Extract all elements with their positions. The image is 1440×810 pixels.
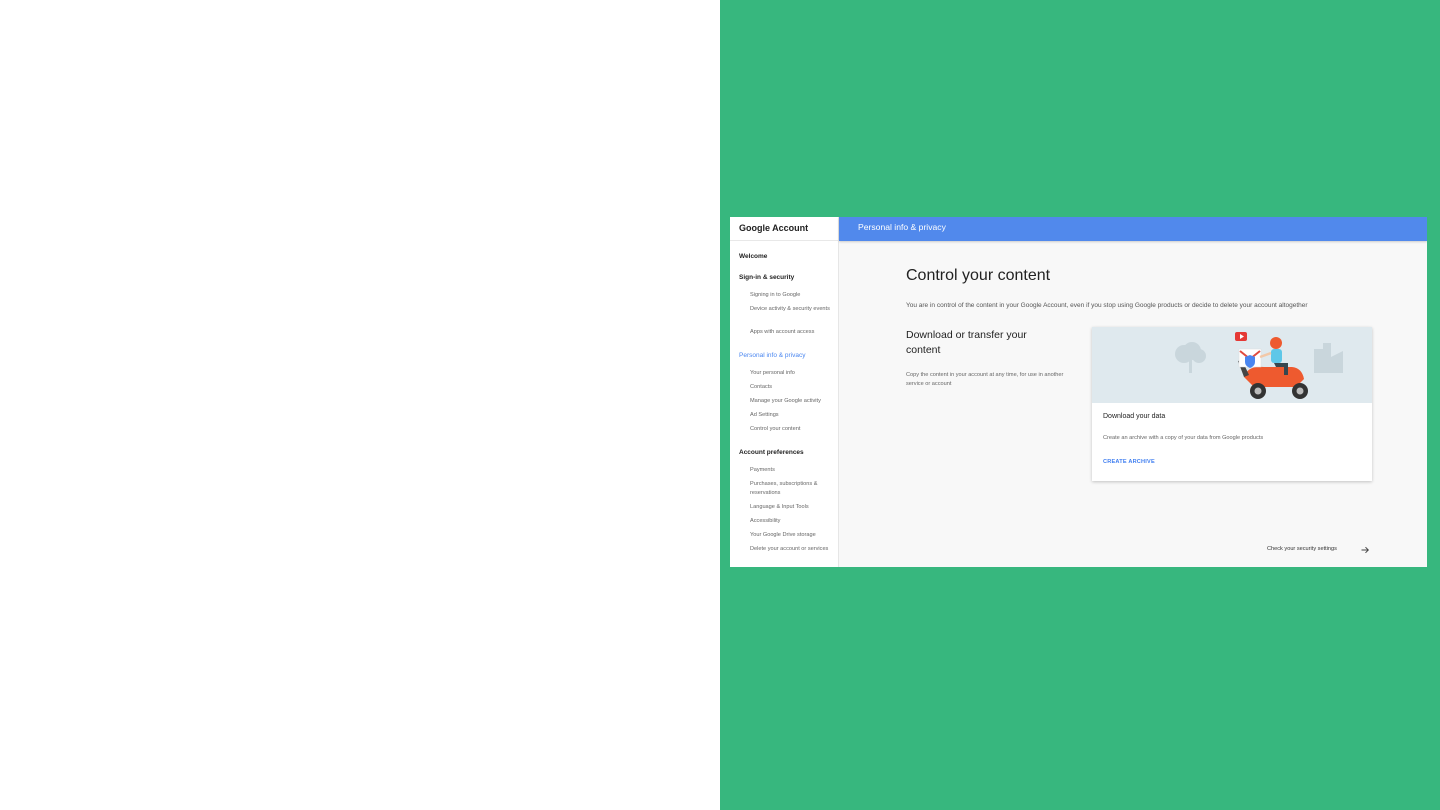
arrow-right-icon[interactable]	[1360, 545, 1370, 555]
sidebar-item-accessibility[interactable]: Accessibility	[750, 517, 836, 526]
top-bar: Personal info & privacy	[839, 217, 1427, 241]
brand-title: Google Account	[730, 217, 838, 241]
sidebar-item-apps-access[interactable]: Apps with account access	[750, 328, 836, 337]
card-title: Download your data	[1103, 413, 1166, 420]
sidebar-item-personal-info[interactable]: Your personal info	[750, 369, 836, 378]
sidebar-section-welcome[interactable]: Welcome	[739, 253, 767, 260]
scooter-illustration-svg	[1175, 332, 1343, 399]
check-security-link[interactable]: Check your security settings	[1267, 546, 1337, 552]
sidebar-item-delete-account[interactable]: Delete your account or services	[750, 545, 836, 554]
sidebar-item-language[interactable]: Language & Input Tools	[750, 503, 836, 512]
sidebar-item-device-activity[interactable]: Device activity & security events	[750, 305, 836, 314]
section-description: Copy the content in your account at any …	[906, 372, 1064, 387]
section-title: Download or transfer your content	[906, 329, 1027, 356]
create-archive-button[interactable]: CREATE ARCHIVE	[1103, 459, 1155, 465]
sidebar-section-sign-in-security[interactable]: Sign-in & security	[739, 274, 794, 281]
sidebar-item-purchases[interactable]: Purchases, subscriptions & reservations	[750, 480, 836, 498]
sidebar-item-payments[interactable]: Payments	[750, 466, 836, 475]
top-bar-title: Personal info & privacy	[858, 222, 946, 232]
sidebar-item-drive-storage[interactable]: Your Google Drive storage	[750, 531, 836, 540]
sidebar-item-google-activity[interactable]: Manage your Google activity	[750, 397, 836, 406]
sidebar: Google Account Welcome Sign-in & securit…	[730, 217, 839, 567]
page-title: Control your content	[906, 267, 1051, 284]
sidebar-item-control-content[interactable]: Control your content	[750, 425, 836, 434]
sidebar-item-contacts[interactable]: Contacts	[750, 383, 836, 392]
google-account-screenshot: Google Account Welcome Sign-in & securit…	[730, 217, 1427, 567]
sidebar-item-signing-in[interactable]: Signing in to Google	[750, 291, 836, 300]
download-data-card: Download your data Create an archive wit…	[1092, 327, 1372, 481]
scooter-illustration	[1092, 327, 1372, 403]
sidebar-section-account-preferences[interactable]: Account preferences	[739, 449, 804, 456]
sidebar-item-ad-settings[interactable]: Ad Settings	[750, 411, 836, 420]
page-description: You are in control of the content in you…	[906, 302, 1308, 309]
sidebar-section-personal-info[interactable]: Personal info & privacy	[739, 352, 805, 359]
card-description: Create an archive with a copy of your da…	[1103, 435, 1264, 441]
